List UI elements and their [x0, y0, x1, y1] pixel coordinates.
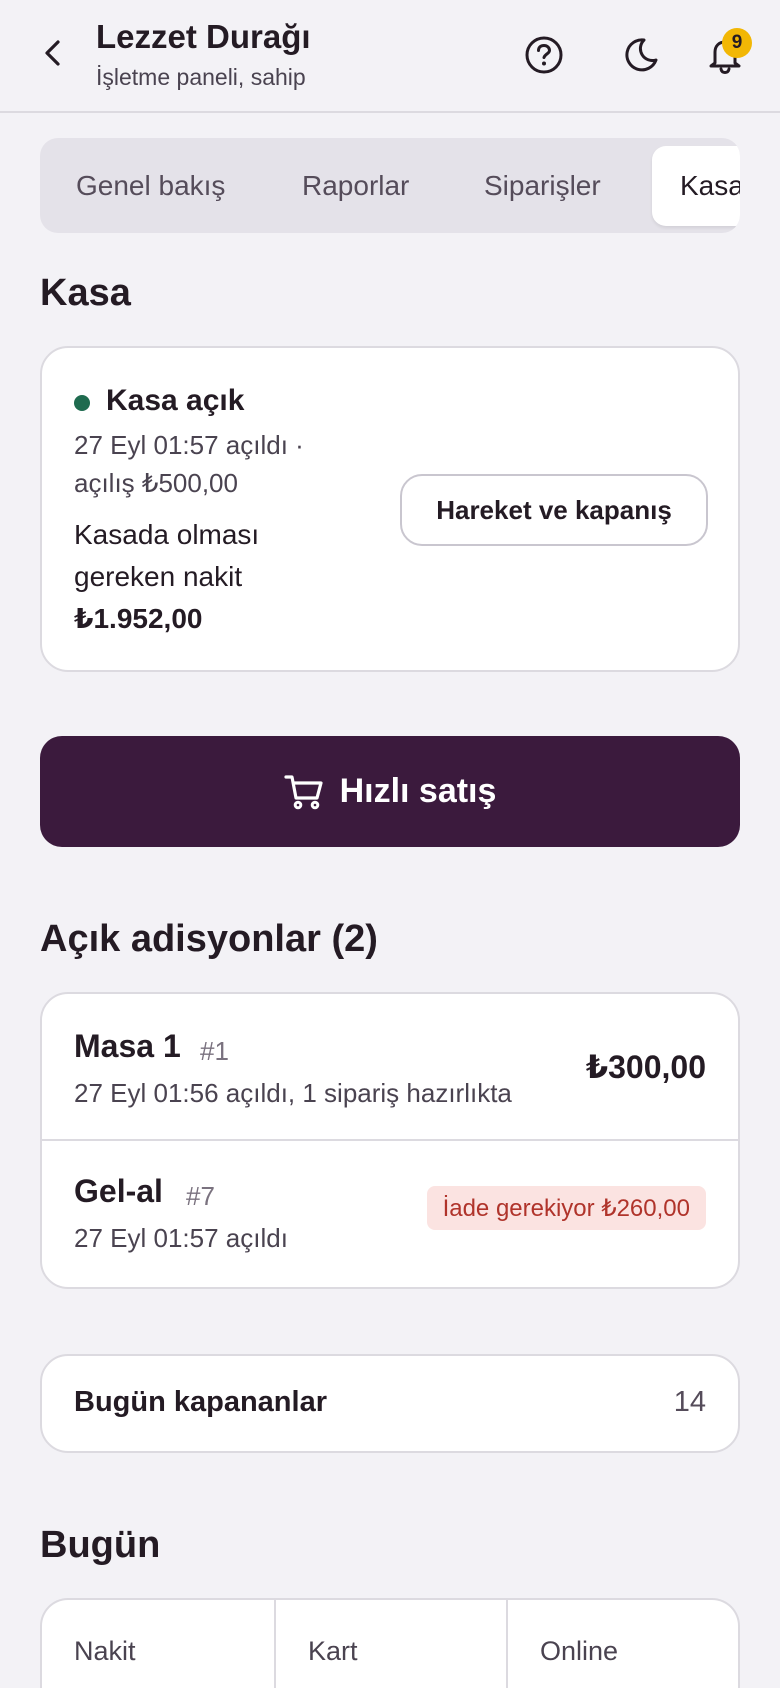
status-dot [74, 395, 90, 411]
closed-today-label: Bugün kapananlar [74, 1386, 327, 1418]
quick-sale-button[interactable]: Hızlı satış [40, 736, 740, 847]
expected-cash-label-line2: gereken nakit [74, 561, 243, 592]
cash-status: Kasa açık [106, 384, 245, 417]
expected-cash-label-line1: Kasada olması [74, 519, 260, 550]
help-icon [525, 36, 563, 74]
tab-number: #7 [186, 1181, 215, 1211]
help-button[interactable] [523, 34, 565, 76]
open-tab-row[interactable]: Gel-al #7 27 Eyl 01:57 açıldı İade gerek… [42, 1141, 738, 1289]
tab-number: #1 [200, 1036, 229, 1066]
tab-subtitle: 27 Eyl 01:56 açıldı, 1 sipariş hazırlıkt… [74, 1078, 512, 1108]
open-tab-row[interactable]: Masa 1 #1 27 Eyl 01:56 açıldı, 1 sipariş… [42, 994, 738, 1139]
payment-card-cell: Kart [276, 1600, 506, 1688]
payment-cash-label: Nakit [74, 1636, 136, 1666]
opening-amount: açılış ₺500,00 [74, 468, 238, 498]
cart-icon [283, 774, 323, 809]
section-tabs: Genel bakış Raporlar Siparişler Kasa [40, 138, 740, 233]
closed-today-count: 14 [673, 1386, 706, 1418]
refund-badge: İade gerekiyor ₺260,00 [426, 1186, 706, 1230]
tab-subtitle: 27 Eyl 01:57 açıldı [74, 1223, 288, 1253]
expected-cash-amount: ₺1.952,00 [74, 603, 203, 634]
movement-and-close-button[interactable]: Hareket ve kapanış [400, 474, 708, 546]
panel-subtitle: İşletme paneli, sahip [96, 64, 306, 90]
payment-online-label: Online [540, 1636, 619, 1666]
cash-section-title: Kasa [40, 272, 131, 314]
chevron-left-icon [45, 40, 60, 66]
payment-card-label: Kart [308, 1636, 358, 1666]
moon-icon [625, 38, 658, 72]
notification-badge: 9 [722, 28, 752, 58]
tab-overview[interactable]: Genel bakış [76, 146, 225, 226]
opened-time: 27 Eyl 01:57 açıldı · [74, 430, 304, 460]
tab-name: Gel-al [74, 1173, 163, 1209]
app-header: Lezzet Durağı İşletme paneli, sahip 9 [0, 0, 780, 113]
open-tabs-card: Masa 1 #1 27 Eyl 01:56 açıldı, 1 sipariş… [40, 992, 740, 1289]
back-button[interactable] [36, 36, 70, 70]
payment-online-cell: Online [508, 1600, 738, 1688]
today-section-title: Bugün [40, 1524, 161, 1566]
business-name: Lezzet Durağı [96, 18, 311, 55]
open-tabs-title: Açık adisyonlar (2) [40, 918, 378, 960]
closed-today-row[interactable]: Bugün kapananlar 14 [40, 1354, 740, 1453]
tab-orders[interactable]: Siparişler [484, 146, 601, 226]
tab-name: Masa 1 [74, 1028, 181, 1064]
payment-cash-cell: Nakit [42, 1600, 274, 1688]
theme-toggle[interactable] [620, 34, 662, 76]
tab-reports[interactable]: Raporlar [302, 146, 409, 226]
tab-amount: ₺300,00 [585, 1049, 706, 1085]
quick-sale-label: Hızlı satış [339, 772, 497, 810]
cash-register-card: Kasa açık 27 Eyl 01:57 açıldı · açılış ₺… [40, 346, 740, 672]
tab-cash-register[interactable]: Kasa [652, 146, 740, 226]
today-payments-card: Nakit Kart Online [40, 1598, 740, 1688]
